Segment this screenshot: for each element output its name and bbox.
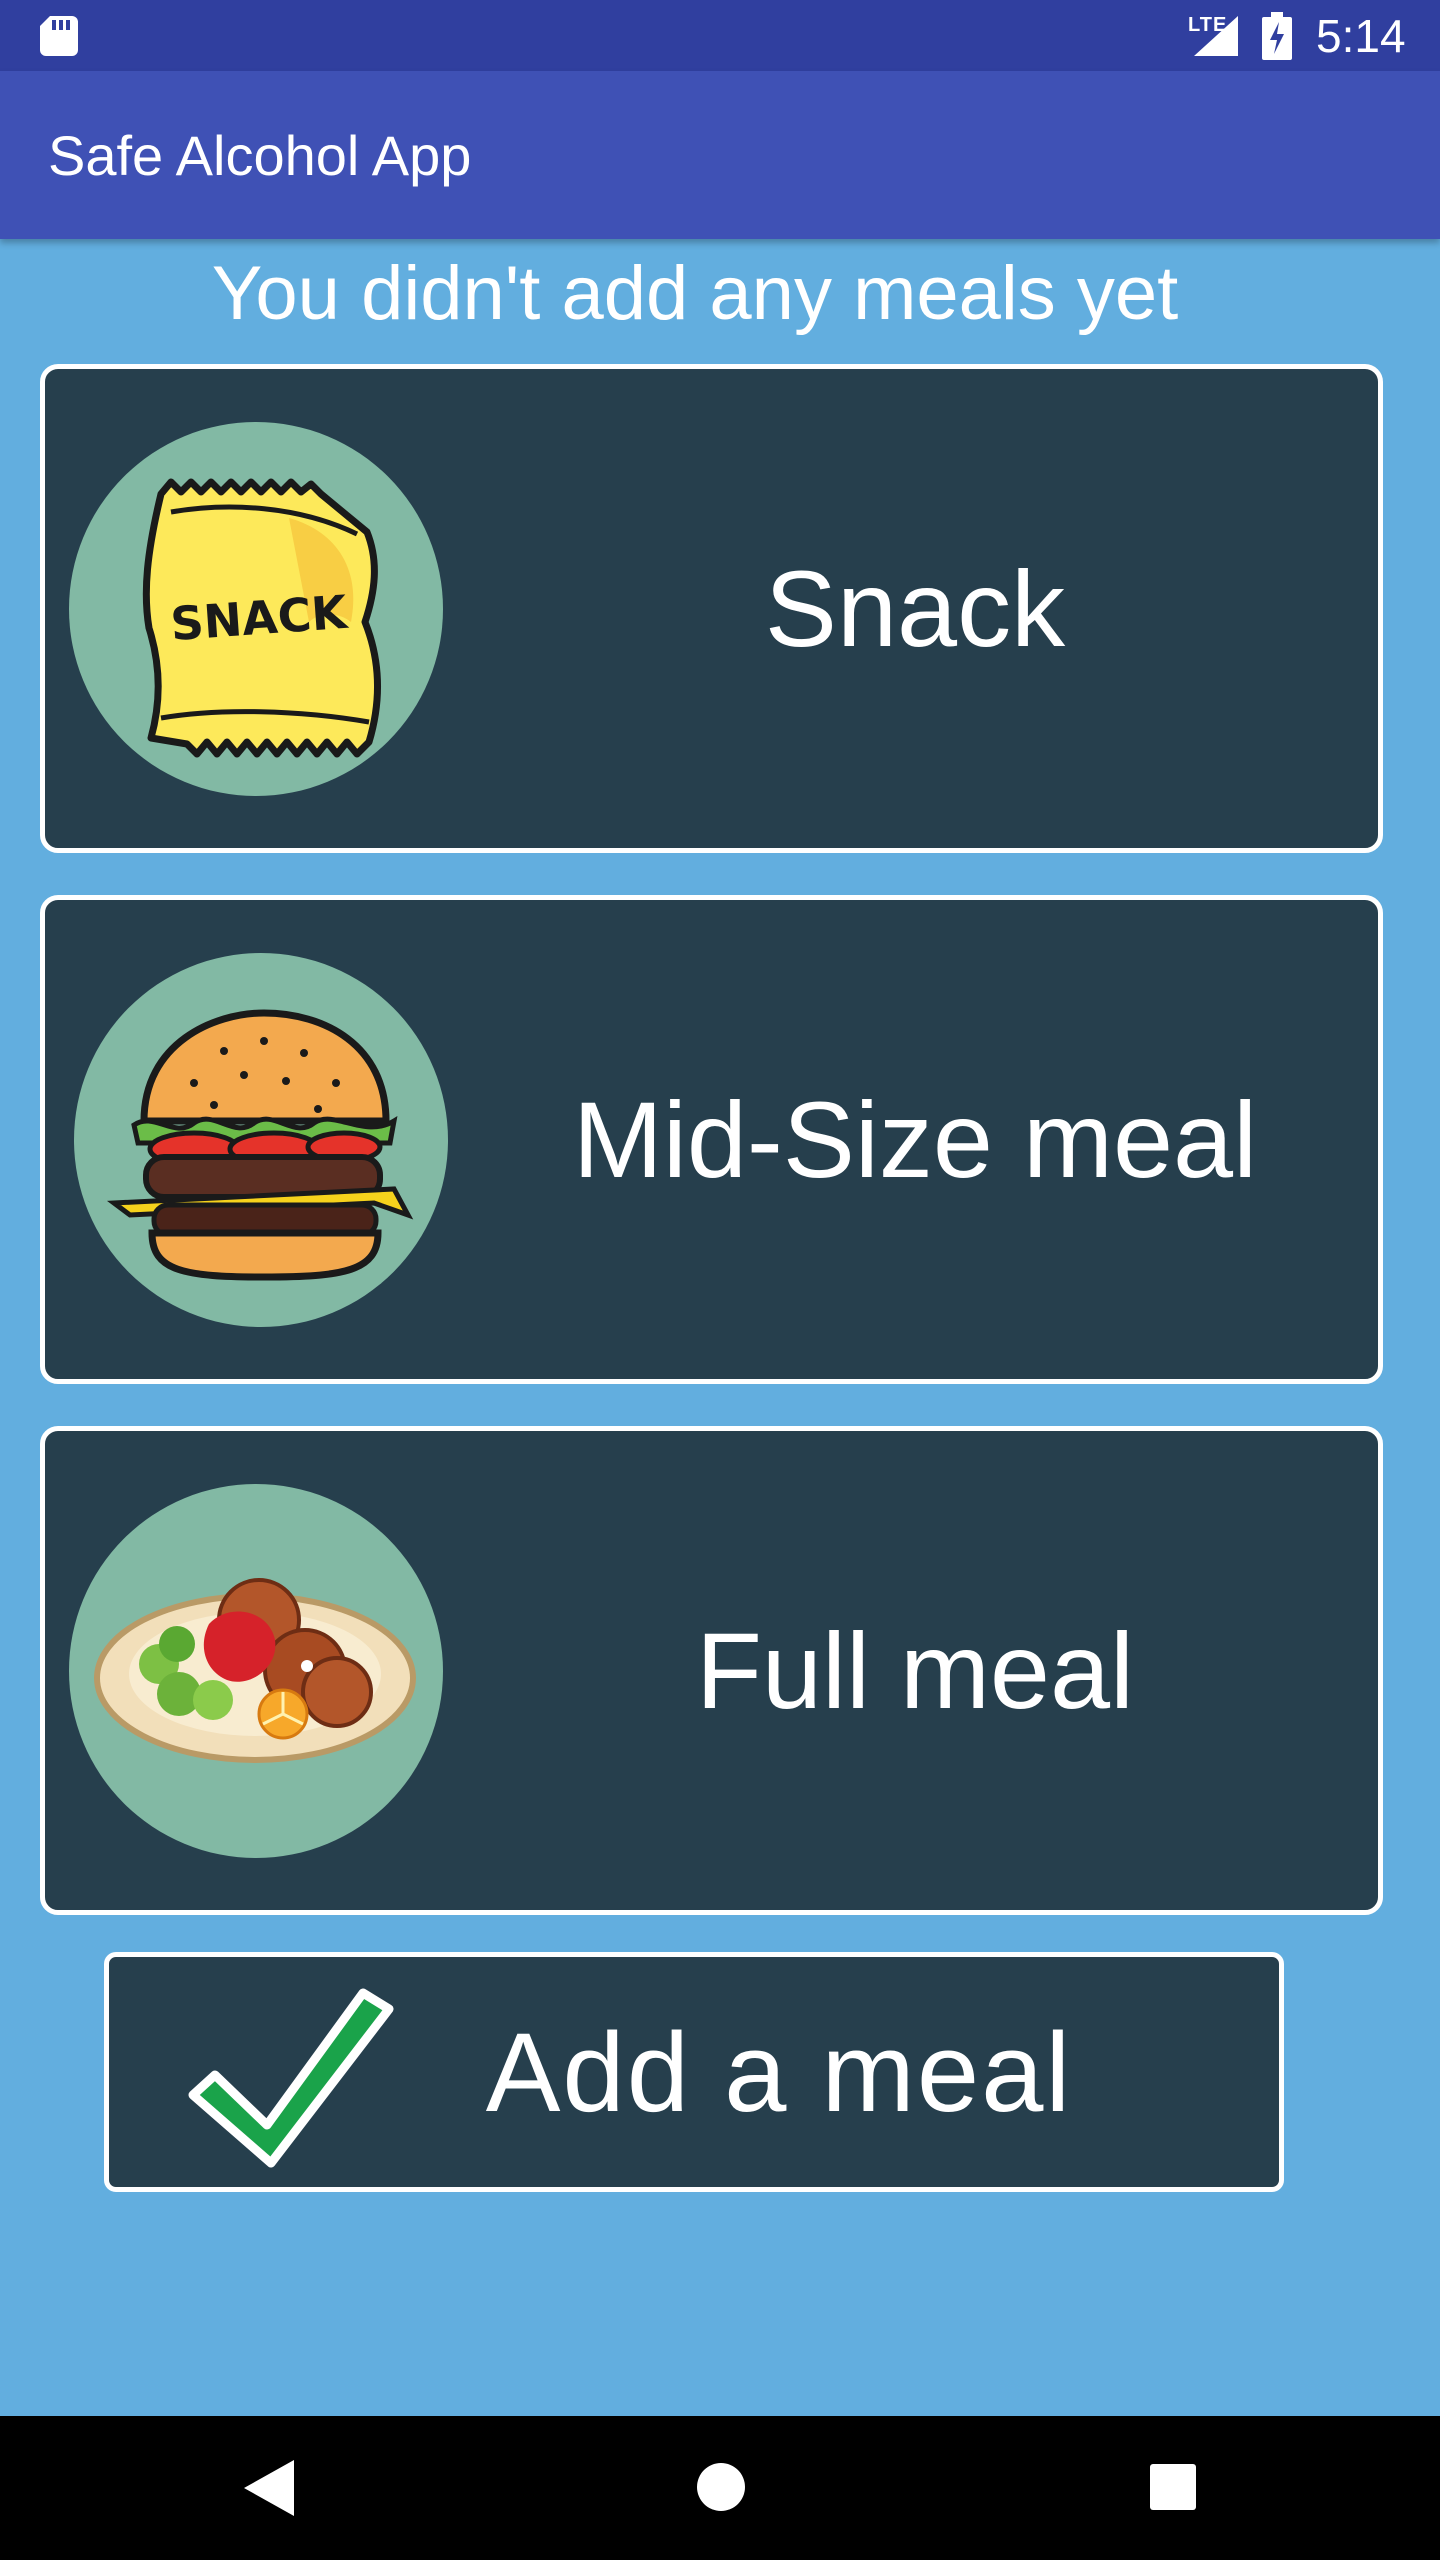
checkmark-icon [188,1988,394,2168]
recent-apps-icon[interactable] [1150,2464,1196,2510]
add-meal-label: Add a meal [485,2009,1073,2135]
back-icon[interactable] [244,2460,294,2516]
empty-meals-message: You didn't add any meals yet [211,251,1179,336]
snack-icon-circle: SNACK [69,422,443,796]
full-meal-option-card[interactable]: Full meal [40,1426,1383,1915]
navigation-bar [0,2416,1440,2560]
snack-bag-icon: SNACK [142,478,381,758]
burger-icon-circle [74,953,448,1327]
burger-icon [106,1009,414,1281]
signal-icon [1194,16,1238,56]
app-title: Safe Alcohol App [48,124,472,187]
snack-label: Snack [764,548,1066,669]
sd-card-icon [40,16,78,56]
status-bar: LTE 5:14 [0,0,1440,71]
clock: 5:14 [1316,10,1406,62]
plate-icon-circle [69,1484,443,1858]
mid-size-meal-label: Mid-Size meal [572,1079,1258,1200]
plate-meal-icon [94,1578,416,1763]
full-meal-label: Full meal [695,1610,1135,1731]
snack-option-card[interactable]: SNACK Snack [40,364,1383,853]
home-icon[interactable] [696,2462,746,2512]
mid-size-meal-option-card[interactable]: Mid-Size meal [40,895,1383,1384]
app-bar: Safe Alcohol App [0,71,1440,239]
battery-charging-icon [1262,12,1292,60]
add-meal-button[interactable]: Add a meal [104,1952,1284,2192]
